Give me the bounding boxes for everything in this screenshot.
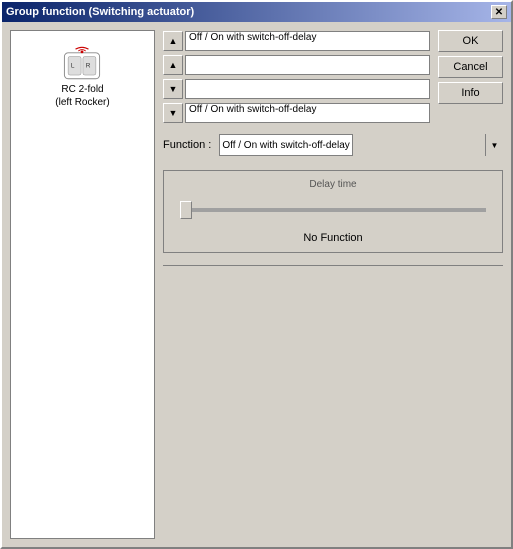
control-row-3: ▼ [163,78,430,100]
svg-text:L: L [71,63,75,70]
control-input-3[interactable] [185,79,430,99]
close-button[interactable]: ✕ [491,5,507,19]
controls-area: ▲ Off / On with switch-off-delay ▲ ▼ [163,30,430,124]
up-arrow-btn-2[interactable]: ▲ [163,55,183,75]
content-area: L R RC 2-fold (left Rocker) [2,22,511,547]
window-title: Group function (Switching actuator) [6,6,194,18]
select-wrapper: Off / On with switch-off-delay On / Off … [219,134,503,156]
main-window: Group function (Switching actuator) ✕ L … [0,0,513,549]
device-label-line1: RC 2-fold [55,83,109,96]
control-input-1[interactable]: Off / On with switch-off-delay [185,31,430,51]
control-input-2[interactable] [185,55,430,75]
title-bar: Group function (Switching actuator) ✕ [2,2,511,22]
svg-text:R: R [86,63,91,70]
down-arrow-btn-2[interactable]: ▼ [163,103,183,123]
up-arrow-btn-1[interactable]: ▲ [163,31,183,51]
device-label: RC 2-fold (left Rocker) [55,83,109,109]
down-arrow-btn-1[interactable]: ▼ [163,79,183,99]
separator [163,265,503,266]
slider-container [172,196,494,224]
device-label-line2: (left Rocker) [55,96,109,109]
function-label: Function : [163,139,211,151]
delay-label: Delay time [172,179,494,190]
delay-section: Delay time No Function [163,170,503,253]
buttons-column: OK Cancel Info [438,30,503,124]
right-panel: ▲ Off / On with switch-off-delay ▲ ▼ [163,30,503,539]
control-row-4: ▼ Off / On with switch-off-delay [163,102,430,124]
device-icon: L R RC 2-fold (left Rocker) [55,43,109,109]
ok-button[interactable]: OK [438,30,503,52]
no-function-label: No Function [172,232,494,244]
left-panel: L R RC 2-fold (left Rocker) [10,30,155,539]
delay-slider-track[interactable] [180,208,486,212]
function-select[interactable]: Off / On with switch-off-delay On / Off … [219,134,353,156]
control-input-4[interactable]: Off / On with switch-off-delay [185,103,430,123]
info-button[interactable]: Info [438,82,503,104]
device-svg: L R [57,42,107,84]
delay-slider-thumb[interactable] [180,201,192,219]
cancel-button[interactable]: Cancel [438,56,503,78]
function-row: Function : Off / On with switch-off-dela… [163,134,503,156]
device-graphic: L R [57,43,107,83]
top-section: ▲ Off / On with switch-off-delay ▲ ▼ [163,30,503,124]
select-dropdown-arrow: ▼ [485,134,503,156]
control-row-1: ▲ Off / On with switch-off-delay [163,30,430,52]
control-row-2: ▲ [163,54,430,76]
